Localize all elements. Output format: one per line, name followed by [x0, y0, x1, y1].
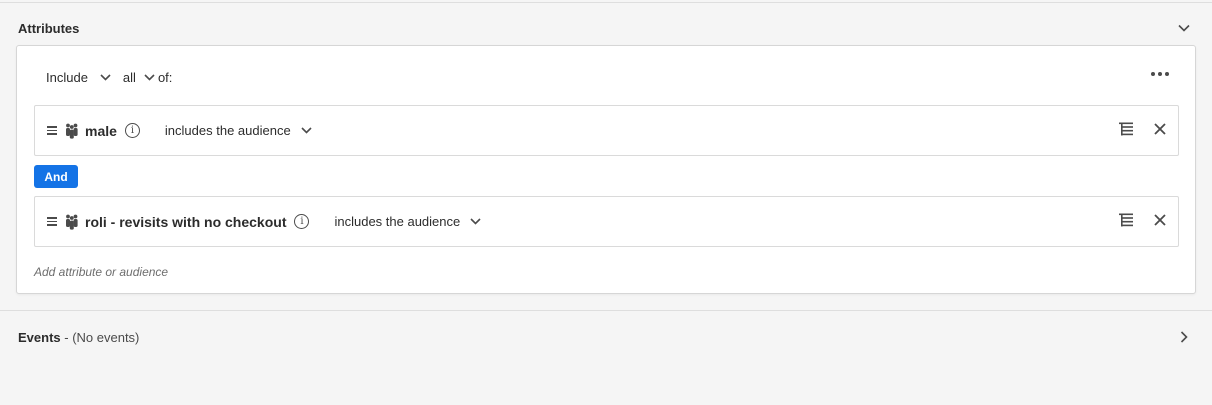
- drag-handle-icon[interactable]: [47, 217, 57, 226]
- events-header[interactable]: Events - (No events): [0, 322, 1212, 352]
- more-icon[interactable]: [1151, 72, 1169, 76]
- section-divider: [0, 310, 1212, 311]
- hierarchy-icon[interactable]: [1118, 212, 1134, 228]
- and-button[interactable]: And: [34, 165, 78, 188]
- operator-label: includes the audience: [334, 214, 461, 229]
- condition-row: male i includes the audience: [34, 105, 1179, 156]
- include-label: Include: [46, 70, 88, 85]
- include-dropdown[interactable]: Include: [45, 70, 111, 85]
- top-divider: [0, 2, 1212, 3]
- chevron-down-icon[interactable]: [1174, 18, 1194, 38]
- rule-bar: Include all of:: [45, 70, 172, 85]
- condition-name[interactable]: male: [85, 123, 117, 139]
- operator-dropdown[interactable]: includes the audience: [334, 214, 481, 229]
- audience-icon: [65, 214, 79, 230]
- info-icon[interactable]: i: [294, 214, 310, 229]
- attributes-title: Attributes: [18, 20, 80, 36]
- events-subtitle: - (No events): [60, 329, 140, 345]
- attributes-header[interactable]: Attributes: [0, 13, 1212, 43]
- audience-icon: [65, 123, 79, 139]
- close-icon[interactable]: [1154, 214, 1166, 226]
- all-dropdown[interactable]: all: [123, 70, 155, 85]
- chevron-down-icon: [100, 74, 111, 81]
- operator-dropdown[interactable]: includes the audience: [165, 123, 312, 138]
- add-attribute-link[interactable]: Add attribute or audience: [34, 265, 168, 279]
- attributes-panel: Include all of: male i includes the audi…: [16, 45, 1196, 294]
- chevron-right-icon[interactable]: [1174, 327, 1194, 347]
- info-icon[interactable]: i: [124, 123, 140, 138]
- of-label: of:: [157, 70, 173, 85]
- close-icon[interactable]: [1154, 123, 1166, 135]
- condition-row: roli - revisits with no checkout i inclu…: [34, 196, 1179, 247]
- chevron-down-icon: [301, 127, 312, 134]
- events-title-label: Events: [18, 329, 61, 345]
- condition-name[interactable]: roli - revisits with no checkout: [85, 214, 286, 230]
- chevron-down-icon: [144, 74, 155, 81]
- drag-handle-icon[interactable]: [47, 126, 57, 135]
- operator-label: includes the audience: [164, 123, 291, 138]
- all-label: all: [122, 70, 136, 85]
- chevron-down-icon: [470, 218, 481, 225]
- hierarchy-icon[interactable]: [1118, 121, 1134, 137]
- condition-actions: [1118, 212, 1166, 228]
- condition-actions: [1118, 121, 1166, 137]
- events-title: Events - (No events): [18, 330, 139, 345]
